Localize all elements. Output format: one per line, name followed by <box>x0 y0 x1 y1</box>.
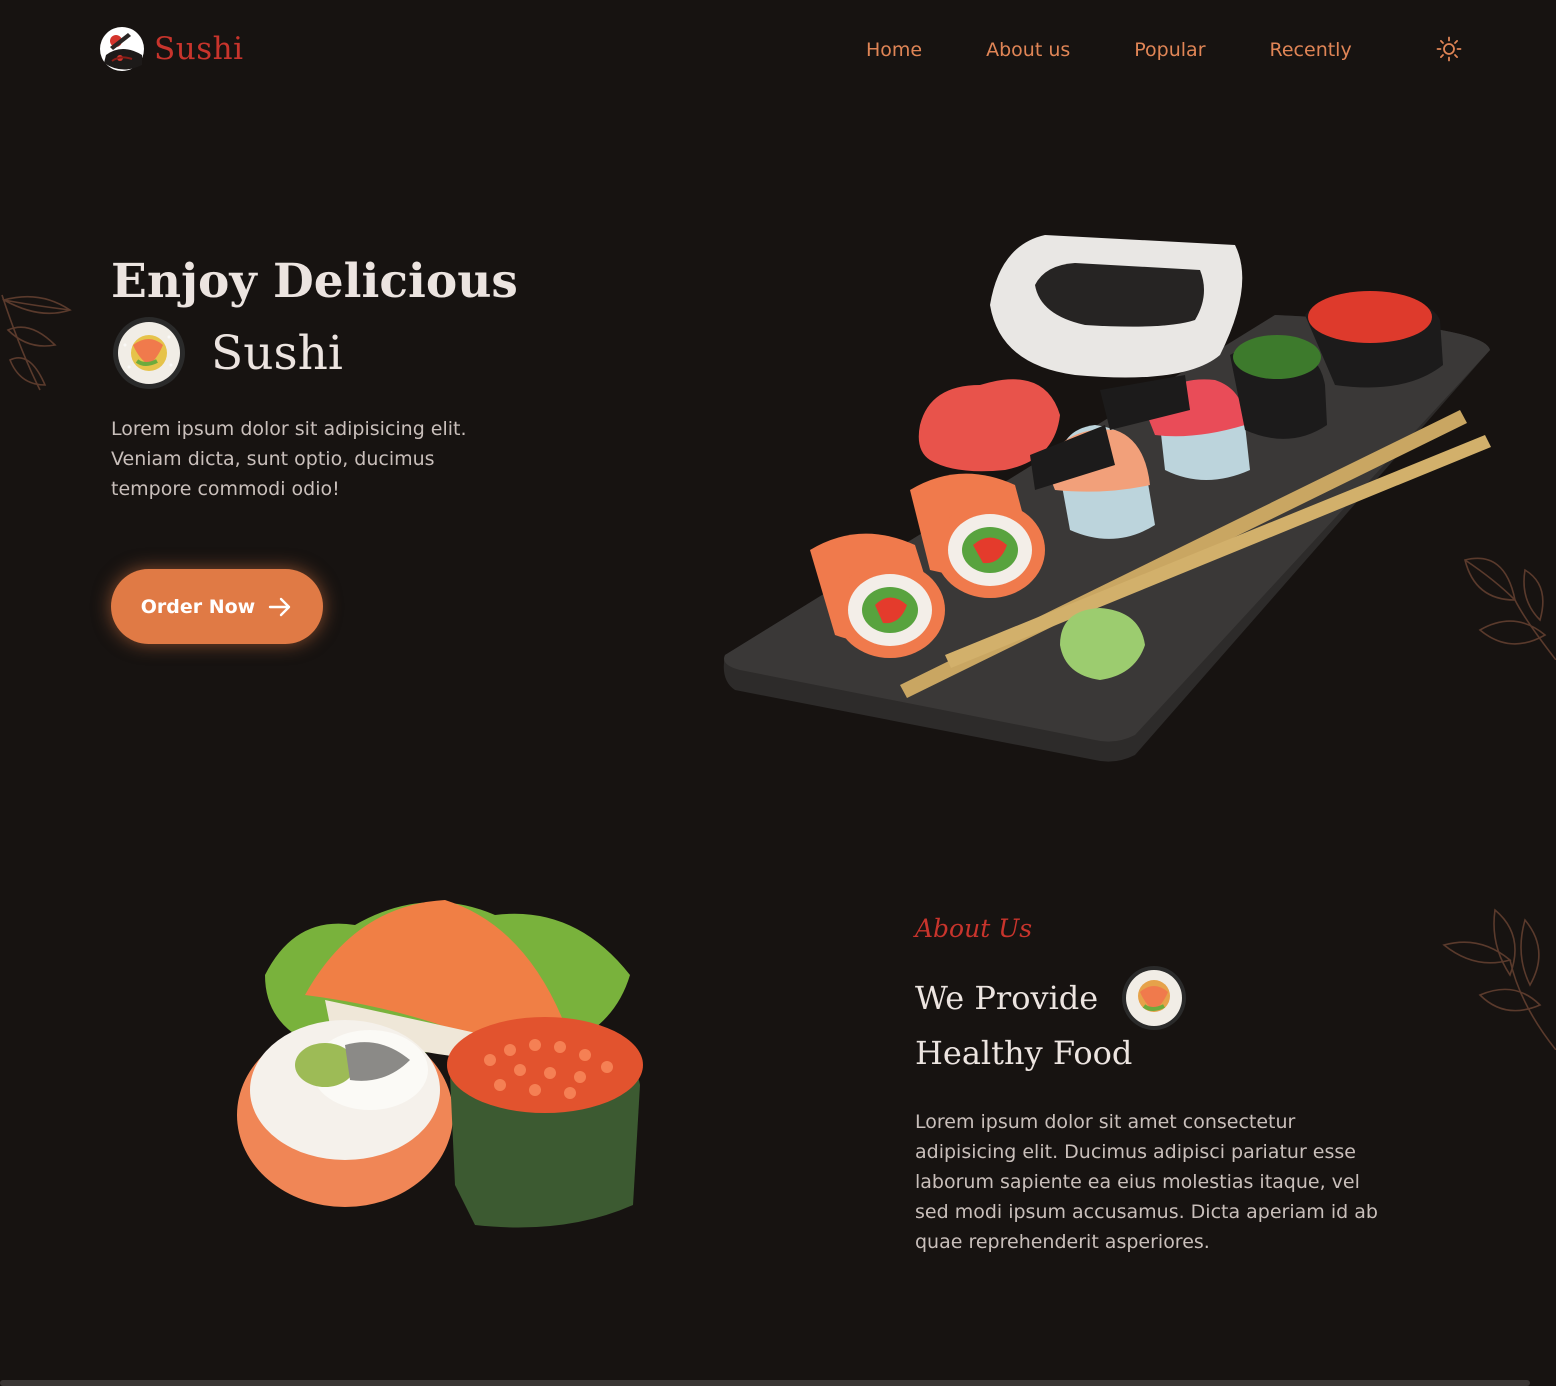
nav-item-popular[interactable]: Popular <box>1134 39 1205 61</box>
hero-title-line1: Enjoy Delicious <box>111 254 518 309</box>
sushi-roll-icon <box>1122 966 1187 1030</box>
about-description: Lorem ipsum dolor sit amet consectetur a… <box>915 1111 1378 1253</box>
sushi-board-image <box>723 235 1491 762</box>
about-title-line2: Healthy Food <box>915 1034 1133 1072</box>
sushi-combo-image <box>237 900 643 1228</box>
site-header: Sushi Home About us Popular Recently <box>0 0 1556 100</box>
horizontal-scrollbar[interactable] <box>0 1380 1530 1386</box>
leaf-decoration-icon <box>1 294 72 391</box>
hero-title-line2: Sushi <box>211 325 343 381</box>
hero-title-row: Sushi <box>111 315 343 391</box>
order-now-label: Order Now <box>140 595 256 618</box>
about-kicker: About Us <box>915 914 1033 943</box>
brand-name: Sushi <box>154 31 244 67</box>
order-now-button[interactable]: Order Now <box>111 569 323 644</box>
nav-item-home[interactable]: Home <box>866 39 922 61</box>
nav-item-about-us[interactable]: About us <box>986 39 1070 61</box>
hero-description: Lorem ipsum dolor sit adipisicing elit. … <box>111 418 467 500</box>
leaf-decoration-icon <box>1442 908 1556 1050</box>
sushi-roll-icon <box>113 317 185 389</box>
brand-logo[interactable]: Sushi <box>98 24 244 74</box>
sushi-chef-logo-icon <box>100 27 144 71</box>
main-nav: Home About us Popular Recently <box>866 36 1352 64</box>
about-title-row: We Provide <box>915 962 1188 1034</box>
sun-icon[interactable] <box>1436 36 1462 62</box>
nav-item-recently[interactable]: Recently <box>1270 39 1352 61</box>
about-title-line1: We Provide <box>915 979 1099 1017</box>
arrow-right-icon <box>269 597 291 616</box>
